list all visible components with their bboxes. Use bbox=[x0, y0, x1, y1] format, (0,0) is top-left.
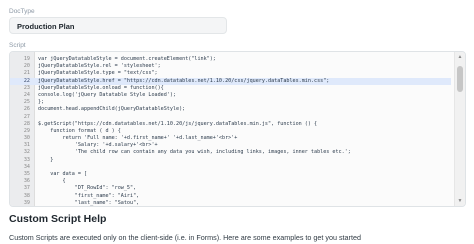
line-number: 26 bbox=[23, 106, 30, 113]
code-text: }; bbox=[38, 99, 45, 106]
code-line[interactable]: 30 return 'Full name: '+d.first_name+' '… bbox=[10, 135, 451, 142]
code-line[interactable]: 23 jQueryDatatableStyle.onload = function… bbox=[10, 85, 451, 92]
code-text: jQueryDatatableStyle.href = "https://cdn… bbox=[38, 77, 330, 84]
code-text: jQueryDatatableStyle.type = "text/css"; bbox=[38, 70, 158, 77]
line-number: 39 bbox=[23, 199, 30, 206]
line-number: 37 bbox=[23, 185, 30, 192]
line-number: 36 bbox=[23, 178, 30, 185]
code-text: var jQueryDatatableStyle = document.crea… bbox=[38, 56, 216, 62]
line-number: 22 bbox=[23, 77, 30, 84]
line-number: 21 bbox=[23, 70, 30, 77]
line-number: 34 bbox=[23, 163, 30, 170]
code-text: jQueryDatatableStyle.onload = function()… bbox=[38, 84, 164, 91]
code-text: $.getScript("https://cdn.datatables.net/… bbox=[38, 120, 318, 127]
code-line[interactable]: 27 bbox=[10, 114, 451, 121]
line-number: 29 bbox=[23, 127, 30, 134]
script-code-editor[interactable]: 19 var jQueryDatatableStyle = document.cr… bbox=[9, 51, 466, 207]
script-label: Script bbox=[9, 42, 26, 49]
scroll-thumb[interactable] bbox=[457, 66, 463, 92]
code-line[interactable]: 34 bbox=[10, 164, 451, 171]
code-text: "DT_RowId": "row_5", bbox=[38, 185, 137, 192]
code-text: var data = [ bbox=[38, 171, 88, 177]
code-lines[interactable]: 19 var jQueryDatatableStyle = document.cr… bbox=[10, 56, 451, 206]
code-text: jQueryDatatableStyle.rel = 'stylesheet'; bbox=[38, 63, 161, 70]
line-number: 33 bbox=[23, 156, 30, 163]
code-line[interactable]: 26 document.head.appendChild(jQueryDatata… bbox=[10, 106, 451, 113]
code-text: } bbox=[38, 156, 54, 163]
code-line[interactable]: 37 "DT_RowId": "row_5", bbox=[10, 185, 451, 192]
code-line[interactable]: 20 jQueryDatatableStyle.rel = 'stylesheet… bbox=[10, 63, 451, 70]
line-number: 31 bbox=[23, 142, 30, 149]
code-line[interactable]: 36 { bbox=[10, 178, 451, 185]
line-number: 25 bbox=[23, 99, 30, 106]
code-line[interactable]: 24 console.log('jQuery Datatable Style Lo… bbox=[10, 92, 451, 99]
code-line[interactable]: 29 function format ( d ) { bbox=[10, 128, 451, 135]
code-line[interactable]: 25}; bbox=[10, 99, 451, 106]
code-text: console.log('jQuery Datatable Style Load… bbox=[38, 91, 177, 98]
line-number: 35 bbox=[23, 171, 30, 177]
code-line[interactable]: 35 var data = [ bbox=[10, 171, 451, 178]
line-number: 32 bbox=[23, 149, 30, 156]
code-line[interactable]: 28 $.getScript("https://cdn.datatables.ne… bbox=[10, 121, 451, 128]
line-number: 23 bbox=[23, 84, 30, 91]
code-line[interactable]: 21 jQueryDatatableStyle.type = "text/css"… bbox=[10, 70, 451, 77]
code-line[interactable]: 31 'Salary: '+d.salary+'<br>'+ bbox=[10, 142, 451, 149]
code-text: { bbox=[38, 178, 66, 185]
line-number: 28 bbox=[23, 120, 30, 127]
scroll-up-arrow-icon[interactable]: ▲ bbox=[456, 53, 464, 61]
code-line[interactable]: 32 'The child row can contain any data y… bbox=[10, 149, 451, 156]
line-number: 19 bbox=[23, 56, 30, 62]
code-text: 'Salary: '+d.salary+'<br>'+ bbox=[38, 142, 158, 149]
help-description: Custom Scripts are executed only on the … bbox=[9, 233, 361, 242]
line-number: 30 bbox=[23, 135, 30, 142]
line-number: 24 bbox=[23, 91, 30, 98]
code-text: function format ( d ) { bbox=[38, 127, 121, 134]
code-line[interactable]: 38 "first_name": "Airi", bbox=[10, 193, 451, 200]
line-number: 27 bbox=[23, 113, 30, 120]
doctype-field[interactable]: Production Plan bbox=[9, 17, 227, 34]
code-text: "last_name": "Satou", bbox=[38, 199, 140, 206]
scroll-down-arrow-icon[interactable]: ▼ bbox=[456, 197, 464, 205]
code-line[interactable]: 19 var jQueryDatatableStyle = document.cr… bbox=[10, 56, 451, 63]
code-text: return 'Full name: '+d.first_name+' '+d.… bbox=[38, 135, 238, 142]
code-text: 'The child row can contain any data you … bbox=[38, 149, 351, 156]
code-line[interactable]: 22 jQueryDatatableStyle.href = "https://c… bbox=[10, 77, 451, 85]
line-number: 38 bbox=[23, 192, 30, 199]
doctype-label: DocType bbox=[9, 8, 35, 15]
editor-scrollbar[interactable]: ▲ ▼ bbox=[454, 52, 465, 206]
code-text: "first_name": "Airi", bbox=[38, 192, 140, 199]
code-line[interactable]: 39 "last_name": "Satou", bbox=[10, 199, 451, 206]
code-text: document.head.appendChild(jQueryDatatabl… bbox=[38, 106, 186, 113]
line-number: 20 bbox=[23, 63, 30, 70]
code-line[interactable]: 33 } bbox=[10, 157, 451, 164]
help-section-title: Custom Script Help bbox=[9, 213, 107, 225]
